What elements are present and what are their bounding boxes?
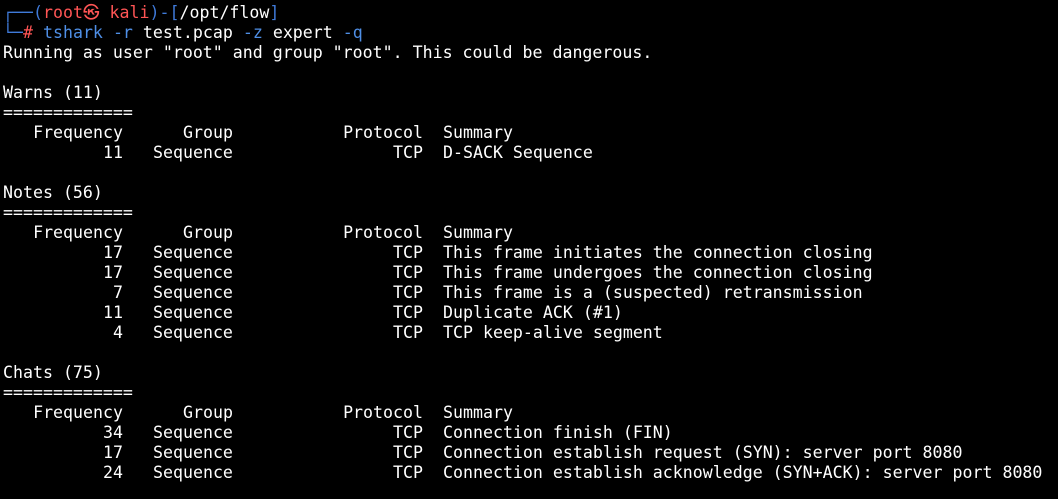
row-protocol: TCP: [393, 323, 423, 342]
table-row: 17 Sequence TCP This frame initiates the co…: [3, 243, 1058, 263]
prompt-user: root: [42, 3, 83, 22]
section-separator: =============: [3, 103, 133, 122]
section-title: Notes (56): [3, 183, 103, 202]
command-option-r: -r: [112, 23, 133, 42]
section-title: Chats (75): [3, 363, 103, 382]
column-header-row: Frequency Group Protocol Summary: [3, 123, 1058, 143]
expert-output: Warns (11) ============= Frequency Group Pro…: [3, 63, 1058, 483]
prompt-frame-mid: )-[: [149, 3, 180, 22]
prompt-header-line: ┌──(root㉿ kali)-[/opt/flow]: [3, 3, 1058, 23]
table-row: 34 Sequence TCP Connection finish (FIN): [3, 423, 1058, 443]
row-protocol: TCP: [393, 423, 423, 442]
prompt-host: kali: [109, 3, 150, 22]
column-header-row: Frequency Group Protocol Summary: [3, 403, 1058, 423]
row-summary: Connection finish (FIN): [443, 423, 673, 442]
table-row: 17 Sequence TCP This frame undergoes the co…: [3, 263, 1058, 283]
column-header-summary: Summary: [443, 123, 513, 142]
row-summary: This frame is a (suspected) retransmissi…: [443, 283, 863, 302]
prompt-frame-top: ┌──(: [3, 3, 43, 22]
row-protocol: TCP: [393, 303, 423, 322]
column-header-row: Frequency Group Protocol Summary: [3, 223, 1058, 243]
column-header-summary: Summary: [443, 223, 513, 242]
row-summary: Connection establish request (SYN): serv…: [443, 443, 963, 462]
row-summary: This frame initiates the connection clos…: [443, 243, 873, 262]
table-row: 7 Sequence TCP This frame is a (suspected) …: [3, 283, 1058, 303]
table-row: 24 Sequence TCP Connection establish acknow…: [3, 463, 1058, 483]
row-protocol: TCP: [393, 463, 423, 482]
row-protocol: TCP: [393, 283, 423, 302]
section-separator: =============: [3, 383, 133, 402]
command-file-arg: test.pcap: [142, 23, 233, 42]
row-summary: Duplicate ACK (#1): [443, 303, 623, 322]
section-separator: =============: [3, 203, 133, 222]
command-option-z: -z: [242, 23, 263, 42]
table-row: 17 Sequence TCP Connection establish reques…: [3, 443, 1058, 463]
row-summary: Connection establish acknowledge (SYN+AC…: [443, 463, 1043, 482]
row-summary: This frame undergoes the connection clos…: [443, 263, 873, 282]
command-option-q: -q: [342, 23, 363, 42]
prompt-hash: #: [22, 23, 33, 42]
row-protocol: TCP: [393, 443, 423, 462]
row-protocol: TCP: [393, 243, 423, 262]
row-protocol: TCP: [393, 143, 423, 162]
row-protocol: TCP: [393, 263, 423, 282]
command-name: tshark: [42, 23, 103, 42]
column-header-protocol: Protocol: [343, 403, 423, 422]
command-stat-arg: expert: [272, 23, 333, 42]
section-title: Warns (11): [3, 83, 103, 102]
terminal-window[interactable]: ┌──(root㉿ kali)-[/opt/flow] └─# tshark -…: [0, 0, 1058, 499]
prompt-path: /opt/flow: [179, 3, 270, 22]
table-row: 4 Sequence TCP TCP keep-alive segment: [3, 323, 1058, 343]
table-row: 11 Sequence TCP D-SACK Sequence: [3, 143, 1058, 163]
prompt-at-symbol: ㉿: [82, 3, 100, 22]
table-row: 11 Sequence TCP Duplicate ACK (#1): [3, 303, 1058, 323]
root-warning-line: Running as user "root" and group "root".…: [3, 43, 653, 62]
prompt-frame-bottom: └─: [3, 23, 23, 42]
row-summary: TCP keep-alive segment: [443, 323, 663, 342]
prompt-command-line[interactable]: └─# tshark -r test.pcap -z expert -q: [3, 23, 1058, 43]
row-summary: D-SACK Sequence: [443, 143, 593, 162]
prompt-frame-end: ]: [269, 3, 280, 22]
column-header-protocol: Protocol: [343, 223, 423, 242]
column-header-protocol: Protocol: [343, 123, 423, 142]
column-header-summary: Summary: [443, 403, 513, 422]
